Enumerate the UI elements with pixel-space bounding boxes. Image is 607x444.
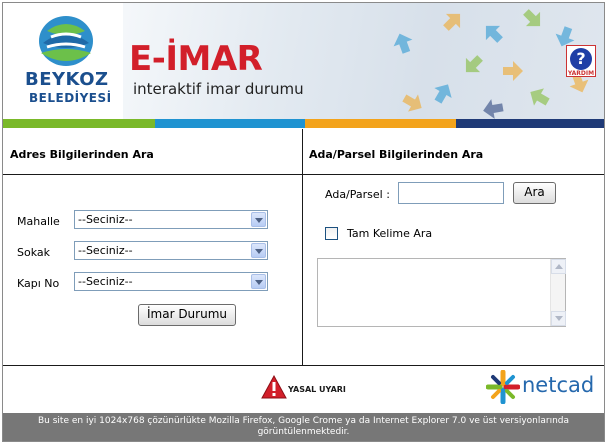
kapino-select[interactable]: --Seciniz-- [74,272,268,291]
chevron-down-icon[interactable] [251,212,266,227]
page-frame: BEYKOZ BELEDİYESİ E-İMAR interaktif imar… [2,2,605,442]
mahalle-select-value: --Seciniz-- [78,213,133,226]
imar-durumu-button[interactable]: İmar Durumu [138,304,236,326]
sokak-select-value: --Seciniz-- [78,244,133,257]
chevron-down-icon[interactable] [251,243,266,258]
results-textarea[interactable] [317,258,566,327]
parcel-search-title: Ada/Parsel Bilgilerinden Ara [309,148,484,161]
help-button[interactable]: ? YARDIM [566,45,596,77]
ada-parsel-input[interactable] [398,182,504,204]
tam-kelime-label: Tam Kelime Ara [347,227,433,240]
scroll-down-icon[interactable] [551,311,566,326]
mahalle-label: Mahalle [17,215,60,228]
address-search-title: Adres Bilgilerinden Ara [10,148,154,161]
panel-divider-bottom [3,365,604,366]
beykoz-logo-icon [39,16,93,66]
chevron-down-icon[interactable] [251,274,266,289]
question-icon: ? [570,48,592,70]
legal-warning-label: YASAL UYARI [288,385,346,394]
browser-notice-text: Bu site en iyi 1024x768 çözünürlükte Moz… [37,416,570,437]
kapino-select-value: --Seciniz-- [78,275,133,288]
panel-divider-top [3,174,604,175]
kapino-label: Kapı No [17,277,60,290]
sokak-select[interactable]: --Seciniz-- [74,241,268,260]
strip-orange [305,119,456,128]
strip-navy [456,119,604,128]
tam-kelime-checkbox[interactable] [325,227,338,240]
logo-text-belediye: BELEDİYESİ [29,91,112,105]
netcad-star-icon [486,370,520,404]
strip-green [3,119,155,128]
results-scrollbar[interactable] [550,259,566,326]
strip-blue [155,119,305,128]
panel-divider-vertical [302,129,303,366]
sokak-label: Sokak [17,246,50,259]
ada-parsel-label: Ada/Parsel : [325,188,390,201]
netcad-logo: netcad [486,369,602,405]
scroll-up-icon[interactable] [551,259,566,274]
logo-text-beykoz: BEYKOZ [25,69,109,90]
warning-icon [261,375,287,399]
decorative-arrows-pattern [393,9,589,119]
app-title: E-İMAR [129,39,263,79]
help-label: YARDIM [567,70,595,77]
ara-button[interactable]: Ara [513,182,556,204]
header-banner: BEYKOZ BELEDİYESİ E-İMAR interaktif imar… [3,3,604,119]
color-strip [3,119,604,128]
browser-notice-bar: Bu site en iyi 1024x768 çözünürlükte Moz… [3,413,604,441]
mahalle-select[interactable]: --Seciniz-- [74,210,268,229]
app-subtitle: interaktif imar durumu [133,80,304,98]
netcad-label: netcad [522,373,595,397]
